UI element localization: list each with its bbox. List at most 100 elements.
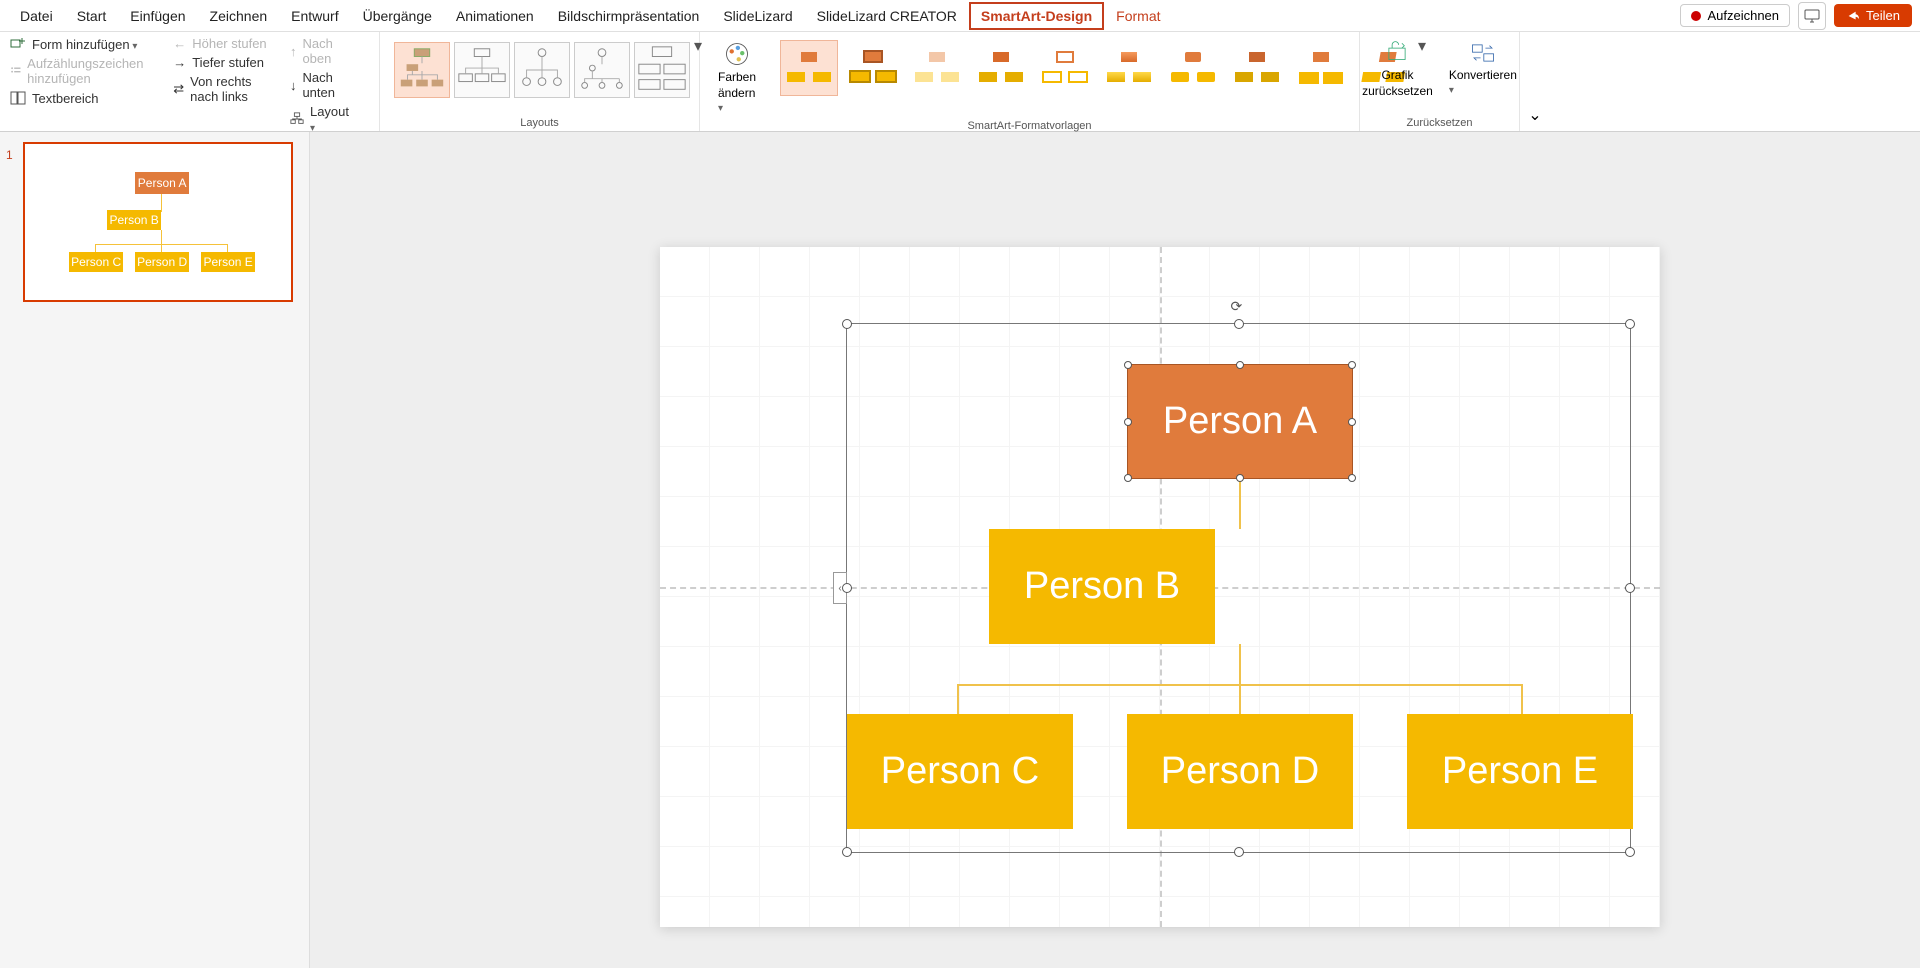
slide-panel: 1 Person A Person B Person C Person D Pe… [0,132,310,968]
org-node-e[interactable]: Person E [1407,714,1633,829]
style-option-1[interactable] [780,40,838,96]
layout-option-2[interactable] [454,42,510,98]
reset-graphic-button[interactable]: Grafik zurücksetzen [1354,36,1441,102]
org-node-c[interactable]: Person C [847,714,1073,829]
layout-option-4[interactable] [574,42,630,98]
tab-smartart-design[interactable]: SmartArt-Design [969,2,1104,30]
thumb-node-a: Person A [135,172,189,194]
slide-thumbnail-1[interactable]: Person A Person B Person C Person D Pers… [23,142,293,302]
add-bullet-label: Aufzählungszeichen hinzufügen [27,56,155,86]
resize-handle[interactable] [842,583,852,593]
arrow-up-icon: ↑ [290,44,297,59]
share-button[interactable]: Teilen [1834,4,1912,27]
convert-icon [1470,40,1496,66]
rtl-button[interactable]: ⇄ Von rechts nach links [173,74,272,104]
org-node-b[interactable]: Person B [989,529,1215,644]
resize-handle[interactable] [1234,319,1244,329]
thumb-node-b: Person B [107,210,161,230]
layout-icon [290,111,304,127]
resize-handle[interactable] [842,319,852,329]
smartart-frame[interactable]: ⟳ ‹ Person A [846,323,1631,853]
style-option-3[interactable] [908,40,966,96]
group-label-styles: SmartArt-Formatvorlagen [710,118,1349,132]
record-icon [1691,11,1701,21]
ribbon-collapse-button[interactable]: ⌄ [1520,32,1550,131]
tab-uebergaenge[interactable]: Übergänge [351,2,444,30]
layout-option-1[interactable] [394,42,450,98]
resize-handle[interactable] [1625,583,1635,593]
demote-button[interactable]: → Tiefer stufen [173,55,272,70]
change-colors-l1: Farben [718,70,756,84]
arrow-right-icon: → [173,55,186,70]
share-icon [1846,9,1860,23]
add-bullet-button: Aufzählungszeichen hinzufügen [10,56,155,86]
tab-datei[interactable]: Datei [8,2,65,30]
present-mode-button[interactable] [1798,2,1826,30]
style-option-5[interactable] [1036,40,1094,96]
org-node-a-label: Person A [1163,400,1317,443]
add-shape-icon [10,36,26,52]
resize-handle[interactable] [842,847,852,857]
chevron-down-icon: ⌄ [1528,105,1541,125]
palette-icon [723,40,751,68]
org-node-a[interactable]: Person A [1127,364,1353,479]
resize-handle[interactable] [1625,319,1635,329]
style-option-8[interactable] [1228,40,1286,96]
text-area-button[interactable]: Textbereich [10,90,155,106]
group-label-layouts: Layouts [390,115,689,129]
tab-slidelizard[interactable]: SlideLizard [711,2,804,30]
layout-option-5[interactable] [634,42,690,98]
move-up-button: ↑ Nach oben [290,36,351,66]
tab-animationen[interactable]: Animationen [444,2,546,30]
change-colors-l2: ändern [718,86,756,114]
ribbon: Form hinzufügen Aufzählungszeichen hinzu… [0,32,1920,132]
resize-handle[interactable] [1234,847,1244,857]
presenter-icon [1804,8,1820,24]
rotate-handle-icon[interactable]: ⟳ [1231,298,1243,315]
slide-canvas[interactable]: ⟳ ‹ Person A [310,132,1920,968]
slide-number: 1 [6,148,13,162]
textarea-icon [10,90,26,106]
style-option-6[interactable] [1100,40,1158,96]
style-option-7[interactable] [1164,40,1222,96]
layout-dropdown[interactable]: Layout [290,104,351,134]
layout-option-3[interactable] [514,42,570,98]
arrow-down-icon: ↓ [290,78,297,93]
add-shape-button[interactable]: Form hinzufügen [10,36,155,52]
reset-l1: Grafik [1381,68,1413,82]
rtl-label: Von rechts nach links [190,74,272,104]
add-shape-label: Form hinzufügen [32,37,137,52]
style-option-2[interactable] [844,40,902,96]
style-option-4[interactable] [972,40,1030,96]
arrow-left-icon: ← [173,36,186,51]
tab-einfuegen[interactable]: Einfügen [118,2,197,30]
tab-praesentation[interactable]: Bildschirmpräsentation [546,2,712,30]
menu-tabs: Datei Start Einfügen Zeichnen Entwurf Üb… [0,0,1920,32]
tab-format[interactable]: Format [1104,2,1172,30]
text-area-label: Textbereich [32,91,98,106]
promote-label: Höher stufen [192,36,266,51]
slide-1[interactable]: ⟳ ‹ Person A [660,247,1660,927]
record-label: Aufzeichnen [1707,8,1779,23]
reset-l2: zurücksetzen [1362,84,1433,98]
thumb-node-c: Person C [69,252,123,272]
tab-start[interactable]: Start [65,2,119,30]
tab-slidelizard-creator[interactable]: SlideLizard CREATOR [805,2,969,30]
tab-zeichnen[interactable]: Zeichnen [198,2,280,30]
resize-handle[interactable] [1625,847,1635,857]
org-node-d[interactable]: Person D [1127,714,1353,829]
move-down-label: Nach unten [302,70,351,100]
convert-label: Konvertieren [1449,68,1517,96]
thumb-node-e: Person E [201,252,255,272]
group-label-reset: Zurücksetzen [1370,115,1509,129]
tab-entwurf[interactable]: Entwurf [279,2,350,30]
change-colors-button[interactable]: Farben ändern [710,36,764,118]
bullet-icon [10,63,21,79]
demote-label: Tiefer stufen [192,55,264,70]
layout-label: Layout [310,104,351,134]
convert-button[interactable]: Konvertieren [1441,36,1525,100]
style-option-9[interactable] [1292,40,1350,96]
swap-icon: ⇄ [173,81,184,97]
record-button[interactable]: Aufzeichnen [1680,4,1790,27]
move-down-button[interactable]: ↓ Nach unten [290,70,351,100]
